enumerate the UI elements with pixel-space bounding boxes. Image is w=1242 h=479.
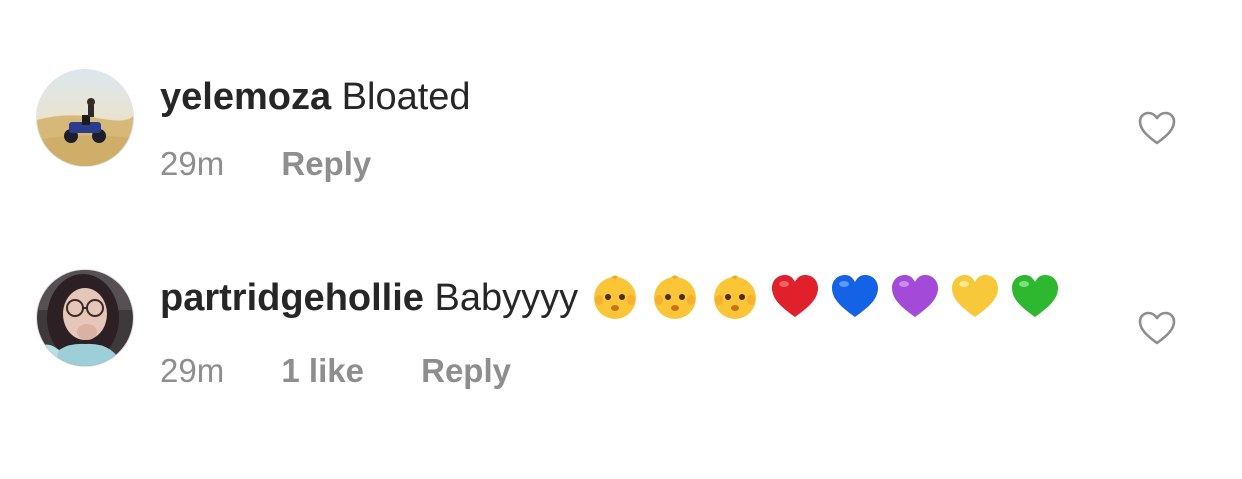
blue-heart-emoji-icon: [829, 270, 881, 322]
like-button[interactable]: [1136, 108, 1178, 148]
username[interactable]: partridgehollie: [160, 277, 424, 319]
avatar[interactable]: [37, 270, 133, 366]
purple-heart-emoji-icon: [889, 270, 941, 322]
username[interactable]: yelemoza: [160, 76, 331, 118]
comment-text: Bloated: [341, 76, 471, 118]
timestamp: 29m: [160, 145, 225, 182]
avatar-image: [37, 270, 133, 366]
red-heart-emoji-icon: [769, 270, 821, 322]
heart-outline-icon: [1138, 311, 1176, 345]
comment-body: partridgehollie Babyyyy 29m 1 like Reply: [160, 270, 1090, 391]
yellow-heart-emoji-icon: [949, 270, 1001, 322]
emoji-group: [589, 275, 1069, 319]
comment-body: yelemoza Bloated 29m Reply: [160, 72, 1090, 184]
green-heart-emoji-icon: [1009, 270, 1061, 322]
comment-text-line: yelemoza Bloated: [160, 72, 1090, 122]
comment-text: Babyyyy: [434, 277, 579, 319]
reply-button[interactable]: Reply: [421, 351, 511, 391]
avatar[interactable]: [37, 70, 133, 166]
heart-outline-icon: [1138, 111, 1176, 145]
comment-meta: 29m 1 like Reply: [160, 351, 1090, 391]
comment-text-line: partridgehollie Babyyyy: [160, 270, 1090, 323]
baby-emoji-icon: [649, 270, 701, 322]
likes-count[interactable]: 1 like: [281, 351, 364, 391]
comment-item: yelemoza Bloated 29m Reply: [0, 0, 1242, 220]
baby-emoji-icon: [709, 270, 761, 322]
timestamp: 29m: [160, 352, 225, 389]
reply-button[interactable]: Reply: [281, 144, 371, 184]
comment-item: partridgehollie Babyyyy 29m 1 like Reply: [0, 220, 1242, 479]
avatar-image: [37, 70, 133, 166]
baby-emoji-icon: [589, 270, 641, 322]
comment-meta: 29m Reply: [160, 144, 1090, 184]
like-button[interactable]: [1136, 308, 1178, 348]
